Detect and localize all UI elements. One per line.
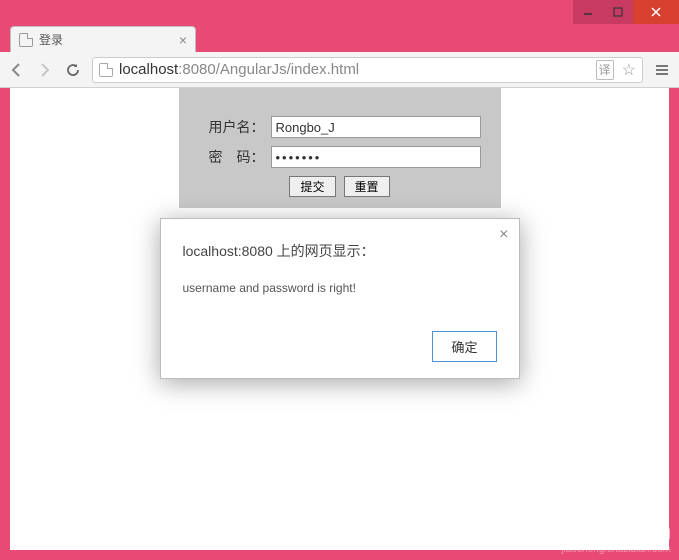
tab-close-button[interactable]: × [179, 33, 187, 47]
reload-icon [64, 61, 82, 79]
tab-title: 登录 [39, 31, 173, 48]
minimize-icon [583, 7, 593, 17]
hamburger-icon [653, 61, 671, 79]
forward-button[interactable] [36, 61, 54, 79]
dialog-title: localhost:8080 上的网页显示： [183, 241, 497, 261]
username-input[interactable] [271, 116, 481, 138]
url-host: localhost [119, 61, 178, 78]
page-icon [99, 63, 113, 77]
watermark-line2: jiaocheng.chazidian.com [561, 543, 671, 556]
tab-strip: 登录 × [0, 24, 679, 52]
dialog-close-button[interactable]: × [499, 227, 508, 243]
back-arrow-icon [8, 61, 26, 79]
url-input[interactable]: localhost:8080/AngularJs/index.html 译 ☆ [92, 57, 643, 83]
menu-button[interactable] [653, 61, 671, 79]
url-text: localhost:8080/AngularJs/index.html [119, 61, 359, 78]
window-maximize-button[interactable] [603, 0, 633, 24]
reload-button[interactable] [64, 61, 82, 79]
username-label: 用户名： [199, 117, 271, 137]
window-minimize-button[interactable] [573, 0, 603, 24]
password-input[interactable] [271, 146, 481, 168]
login-form: 用户名： 密 码： 提交 重置 [179, 88, 501, 208]
window-close-button[interactable] [633, 0, 679, 24]
reset-button[interactable]: 重置 [344, 176, 390, 197]
page-viewport: 用户名： 密 码： 提交 重置 × localhost:8080 上的网页显示：… [10, 88, 669, 550]
close-icon [650, 6, 662, 18]
dialog-ok-button[interactable]: 确定 [432, 331, 496, 362]
password-row: 密 码： [199, 146, 481, 168]
window-titlebar [0, 0, 679, 24]
form-button-row: 提交 重置 [199, 176, 481, 197]
submit-button[interactable]: 提交 [289, 176, 335, 197]
bookmark-star-icon[interactable]: ☆ [622, 60, 636, 80]
browser-tab[interactable]: 登录 × [10, 26, 196, 52]
dialog-actions: 确定 [183, 331, 497, 362]
alert-dialog: × localhost:8080 上的网页显示： username and pa… [160, 218, 520, 379]
maximize-icon [613, 7, 623, 17]
password-label: 密 码： [199, 147, 271, 167]
page-icon [19, 33, 33, 47]
url-path: :8080/AngularJs/index.html [178, 61, 359, 78]
translate-icon[interactable]: 译 [596, 60, 614, 80]
watermark-line1: 查字典 | 教程网 [561, 527, 671, 543]
back-button[interactable] [8, 61, 26, 79]
address-bar: localhost:8080/AngularJs/index.html 译 ☆ [0, 52, 679, 88]
username-row: 用户名： [199, 116, 481, 138]
watermark: 查字典 | 教程网 jiaocheng.chazidian.com [561, 527, 671, 556]
dialog-message: username and password is right! [183, 281, 497, 295]
browser-window: 登录 × localhost:8080/AngularJs/index.html… [0, 0, 679, 560]
omnibox-actions: 译 ☆ [596, 60, 636, 80]
forward-arrow-icon [36, 61, 54, 79]
